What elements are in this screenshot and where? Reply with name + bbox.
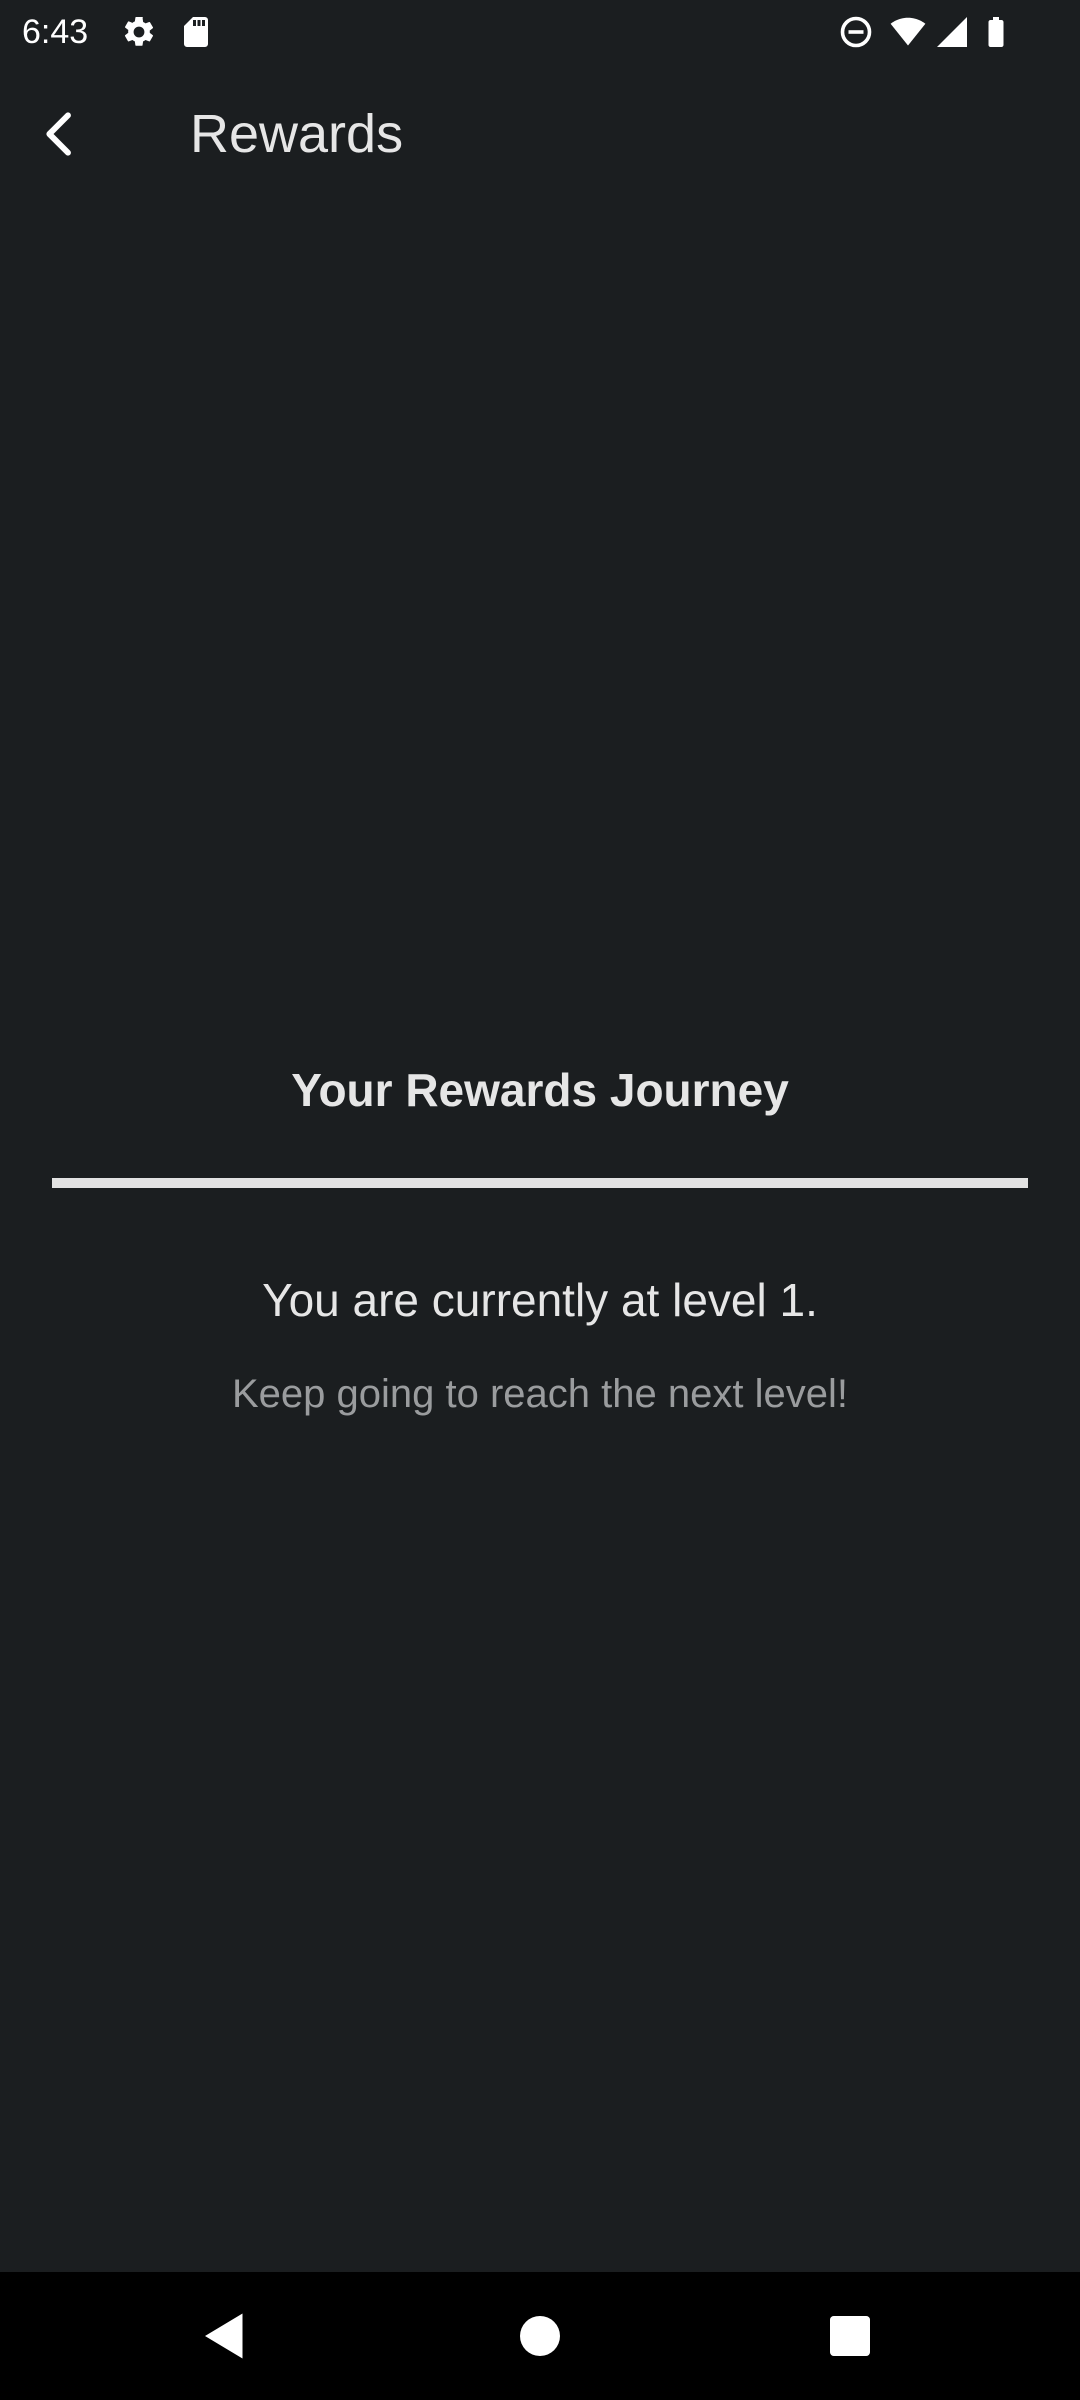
- do-not-disturb-icon: [838, 14, 874, 50]
- rewards-progress-bar: [52, 1178, 1028, 1188]
- status-bar: 6:43: [0, 0, 1080, 64]
- rewards-screen: 6:43 Rewards Your Rewards Journey You ar…: [0, 0, 1080, 2400]
- nav-recents-button[interactable]: [820, 2306, 880, 2366]
- nav-home-button[interactable]: [510, 2306, 570, 2366]
- battery-icon: [978, 14, 1014, 50]
- nav-recents-icon: [820, 2306, 880, 2366]
- cellular-signal-icon: [934, 14, 970, 50]
- current-level-text: You are currently at level 1.: [262, 1274, 818, 1326]
- gear-icon: [121, 14, 157, 50]
- app-bar: Rewards: [0, 64, 1080, 208]
- nav-back-button[interactable]: [195, 2306, 255, 2366]
- wifi-icon: [890, 14, 926, 50]
- sd-card-icon: [178, 14, 214, 50]
- status-time: 6:43: [22, 13, 89, 51]
- back-arrow-icon: [28, 102, 92, 166]
- back-button[interactable]: [28, 102, 92, 166]
- page-title: Rewards: [190, 104, 404, 164]
- next-level-hint: Keep going to reach the next level!: [232, 1372, 848, 1416]
- rewards-journey-title: Your Rewards Journey: [291, 1064, 789, 1116]
- system-nav-bar: [0, 2272, 1080, 2400]
- nav-home-icon: [510, 2306, 570, 2366]
- progress-fill: [52, 1178, 1028, 1188]
- nav-back-icon: [195, 2306, 255, 2366]
